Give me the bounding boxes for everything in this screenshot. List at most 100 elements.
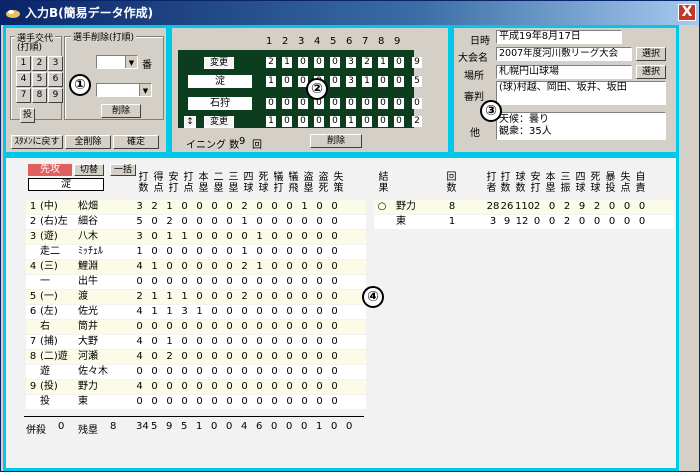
- stat-cell[interactable]: 0: [284, 230, 295, 244]
- stat-cell[interactable]: 0: [134, 365, 145, 379]
- place-field[interactable]: 札幌円山球場: [496, 65, 632, 79]
- stat-cell[interactable]: 0: [239, 380, 250, 394]
- stat-cell[interactable]: 0: [269, 230, 280, 244]
- pitching-stat[interactable]: 2: [560, 200, 574, 214]
- stat-cell[interactable]: 0: [149, 365, 160, 379]
- stat-cell[interactable]: 0: [239, 365, 250, 379]
- other-field[interactable]: 天候：曇り 観衆：35人: [496, 112, 666, 140]
- place-select-button[interactable]: 選択: [636, 65, 666, 79]
- stat-cell[interactable]: 3: [134, 200, 145, 214]
- team-bottom-name[interactable]: 石狩: [188, 97, 252, 110]
- stat-cell[interactable]: 0: [329, 230, 340, 244]
- score-cell[interactable]: 0: [282, 76, 292, 87]
- key-1[interactable]: 1: [16, 56, 31, 71]
- stat-cell[interactable]: 0: [314, 335, 325, 349]
- pitching-stat[interactable]: 0: [605, 200, 619, 214]
- stat-cell[interactable]: 0: [134, 320, 145, 334]
- score-cell[interactable]: 0: [378, 76, 388, 87]
- bulk-button[interactable]: 一括: [110, 164, 136, 176]
- table-row[interactable]: 一出牛 0 0 0 0 0 0 0 0 0 0 0 0 0 0: [26, 275, 366, 289]
- stat-cell[interactable]: 0: [284, 335, 295, 349]
- pitching-stat[interactable]: 0: [635, 215, 649, 229]
- score-cell[interactable]: 0: [314, 57, 324, 68]
- stat-cell[interactable]: 1: [254, 230, 265, 244]
- stat-cell[interactable]: 0: [254, 365, 265, 379]
- stat-cell[interactable]: 0: [314, 260, 325, 274]
- stat-cell[interactable]: 0: [194, 395, 205, 409]
- tournament-field[interactable]: 2007年度河川敷リーグ大会: [496, 47, 632, 61]
- inning-count-value[interactable]: 9: [239, 136, 245, 147]
- score-cell[interactable]: 0: [298, 57, 308, 68]
- stat-cell[interactable]: 0: [299, 230, 310, 244]
- stat-cell[interactable]: 0: [179, 320, 190, 334]
- batting-first-badge[interactable]: 先攻: [28, 164, 72, 176]
- stat-cell[interactable]: 0: [299, 395, 310, 409]
- stat-cell[interactable]: 0: [239, 320, 250, 334]
- score-cell[interactable]: 3: [346, 76, 356, 87]
- stat-cell[interactable]: 0: [314, 275, 325, 289]
- stat-cell[interactable]: 0: [314, 395, 325, 409]
- stat-cell[interactable]: 0: [179, 395, 190, 409]
- umpire-field[interactable]: (球)村越、岡田、坂井、坂田: [496, 81, 666, 105]
- stat-cell[interactable]: 0: [164, 365, 175, 379]
- score-cell[interactable]: 0: [330, 57, 340, 68]
- pitching-stat[interactable]: 0: [620, 215, 634, 229]
- stat-cell[interactable]: 0: [224, 215, 235, 229]
- stat-cell[interactable]: 0: [314, 200, 325, 214]
- stat-cell[interactable]: 0: [269, 200, 280, 214]
- stat-cell[interactable]: 0: [314, 320, 325, 334]
- stat-cell[interactable]: 0: [179, 200, 190, 214]
- stat-cell[interactable]: 0: [164, 320, 175, 334]
- table-row[interactable]: 3 (遊) 八木 3 0 1 1 0 0 0 0 1 0 0 0 0 0: [26, 230, 366, 244]
- pitching-stat[interactable]: 9: [575, 200, 589, 214]
- stat-cell[interactable]: 0: [209, 275, 220, 289]
- stat-cell[interactable]: 0: [329, 380, 340, 394]
- stat-cell[interactable]: 5: [134, 215, 145, 229]
- stat-cell[interactable]: 0: [224, 335, 235, 349]
- score-cell[interactable]: 0: [394, 116, 404, 127]
- stat-cell[interactable]: 0: [299, 215, 310, 229]
- table-row[interactable]: 1 (中) 松畑 3 2 1 0 0 0 0 2 0 0 0 1 0 0: [26, 200, 366, 214]
- stat-cell[interactable]: 2: [239, 260, 250, 274]
- stat-cell[interactable]: 0: [239, 230, 250, 244]
- key-4[interactable]: 4: [16, 72, 31, 87]
- stat-cell[interactable]: 0: [284, 395, 295, 409]
- score-cell[interactable]: 0: [282, 116, 292, 127]
- score-cell[interactable]: 0: [362, 98, 372, 109]
- stat-cell[interactable]: 0: [329, 305, 340, 319]
- stat-cell[interactable]: 1: [299, 200, 310, 214]
- score-cell[interactable]: 0: [362, 116, 372, 127]
- stat-cell[interactable]: 0: [194, 365, 205, 379]
- stat-cell[interactable]: 1: [164, 200, 175, 214]
- stat-cell[interactable]: 0: [224, 305, 235, 319]
- pitching-stat[interactable]: 9: [500, 215, 514, 229]
- player-select[interactable]: ▼: [96, 83, 152, 97]
- stat-cell[interactable]: 1: [164, 335, 175, 349]
- score-cell[interactable]: 3: [346, 57, 356, 68]
- stat-cell[interactable]: 0: [299, 275, 310, 289]
- stat-cell[interactable]: 1: [179, 230, 190, 244]
- score-cell[interactable]: 0: [378, 98, 388, 109]
- stat-cell[interactable]: 1: [254, 260, 265, 274]
- stat-cell[interactable]: 1: [239, 215, 250, 229]
- stat-cell[interactable]: 0: [269, 350, 280, 364]
- stat-cell[interactable]: 0: [224, 245, 235, 259]
- stat-cell[interactable]: 0: [209, 200, 220, 214]
- score-cell[interactable]: 1: [282, 57, 292, 68]
- stat-cell[interactable]: 1: [164, 290, 175, 304]
- stat-cell[interactable]: 0: [284, 260, 295, 274]
- stat-cell[interactable]: 3: [134, 230, 145, 244]
- stat-cell[interactable]: 0: [194, 350, 205, 364]
- stat-cell[interactable]: 0: [209, 380, 220, 394]
- stat-cell[interactable]: 0: [314, 365, 325, 379]
- stat-cell[interactable]: 0: [194, 260, 205, 274]
- stat-cell[interactable]: 0: [209, 365, 220, 379]
- stat-cell[interactable]: 0: [149, 350, 160, 364]
- stat-cell[interactable]: 0: [134, 275, 145, 289]
- stat-cell[interactable]: 2: [239, 200, 250, 214]
- stat-cell[interactable]: 0: [329, 245, 340, 259]
- stat-cell[interactable]: 2: [239, 290, 250, 304]
- key-7[interactable]: 7: [16, 88, 31, 103]
- stat-cell[interactable]: 0: [209, 290, 220, 304]
- stat-cell[interactable]: 0: [269, 290, 280, 304]
